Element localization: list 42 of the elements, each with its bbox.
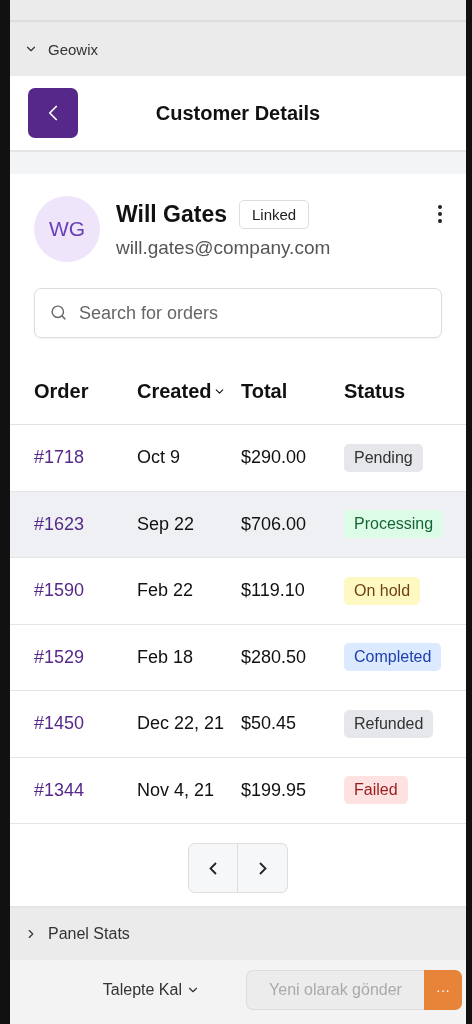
order-link[interactable]: #1529 [34,646,137,668]
created-cell-text: Feb 22 [137,580,195,602]
column-header[interactable]: Total [241,379,344,403]
chevron-left-icon [209,861,217,875]
customer-email: will.gates@company.com [116,236,332,259]
status-badge: Completed [344,643,442,672]
total-cell-text: $706.00 [241,513,308,535]
column-header[interactable]: Order [34,379,137,403]
created-cell-text: Feb 18 [137,646,195,668]
created-cell-text: Oct 9 [137,447,181,469]
total-cell-text: $50.45 [241,713,298,735]
linked-badge: Linked [239,199,310,229]
more-options-button[interactable] [438,205,442,223]
total-cell-text: $119.10 [241,580,306,602]
search-field[interactable]: Search for orders [34,288,442,338]
status-badge: Processing [344,510,444,539]
order-link[interactable]: #1623 [34,513,137,535]
created-cell-text: Nov 4, 21 [137,779,216,801]
order-link[interactable]: #1718 [34,447,137,469]
order-link[interactable]: #1590 [34,580,137,602]
avatar: WG [34,196,100,262]
order-row[interactable]: #1623 Sep 22 $706.00 Processing [10,491,466,558]
created-cell-text: Sep 22 [137,513,196,535]
total-cell-text: $290.00 [241,447,308,469]
created-cell-text: Dec 22, 21 [137,713,226,735]
back-button[interactable] [28,88,78,138]
status-badge: Pending [344,443,423,472]
total-cell-text: $280.50 [241,646,308,668]
more-vertical-icon [438,205,442,223]
column-header[interactable]: Status [344,379,466,403]
search-icon [50,304,67,321]
page-title: Customer Details [154,101,322,125]
customer-name: Will Gates [116,200,227,228]
status-badge: Refunded [344,709,434,738]
chevron-right-icon [258,861,267,875]
status-badge: Failed [344,776,408,805]
order-link[interactable]: #1450 [34,713,137,735]
total-cell-text: $199.95 [241,779,308,801]
status-badge: On hold [344,576,421,605]
order-link[interactable]: #1344 [34,779,137,801]
dropdown-button[interactable]: Talepte Kal [96,980,206,1000]
column-header[interactable]: Created [137,379,241,403]
